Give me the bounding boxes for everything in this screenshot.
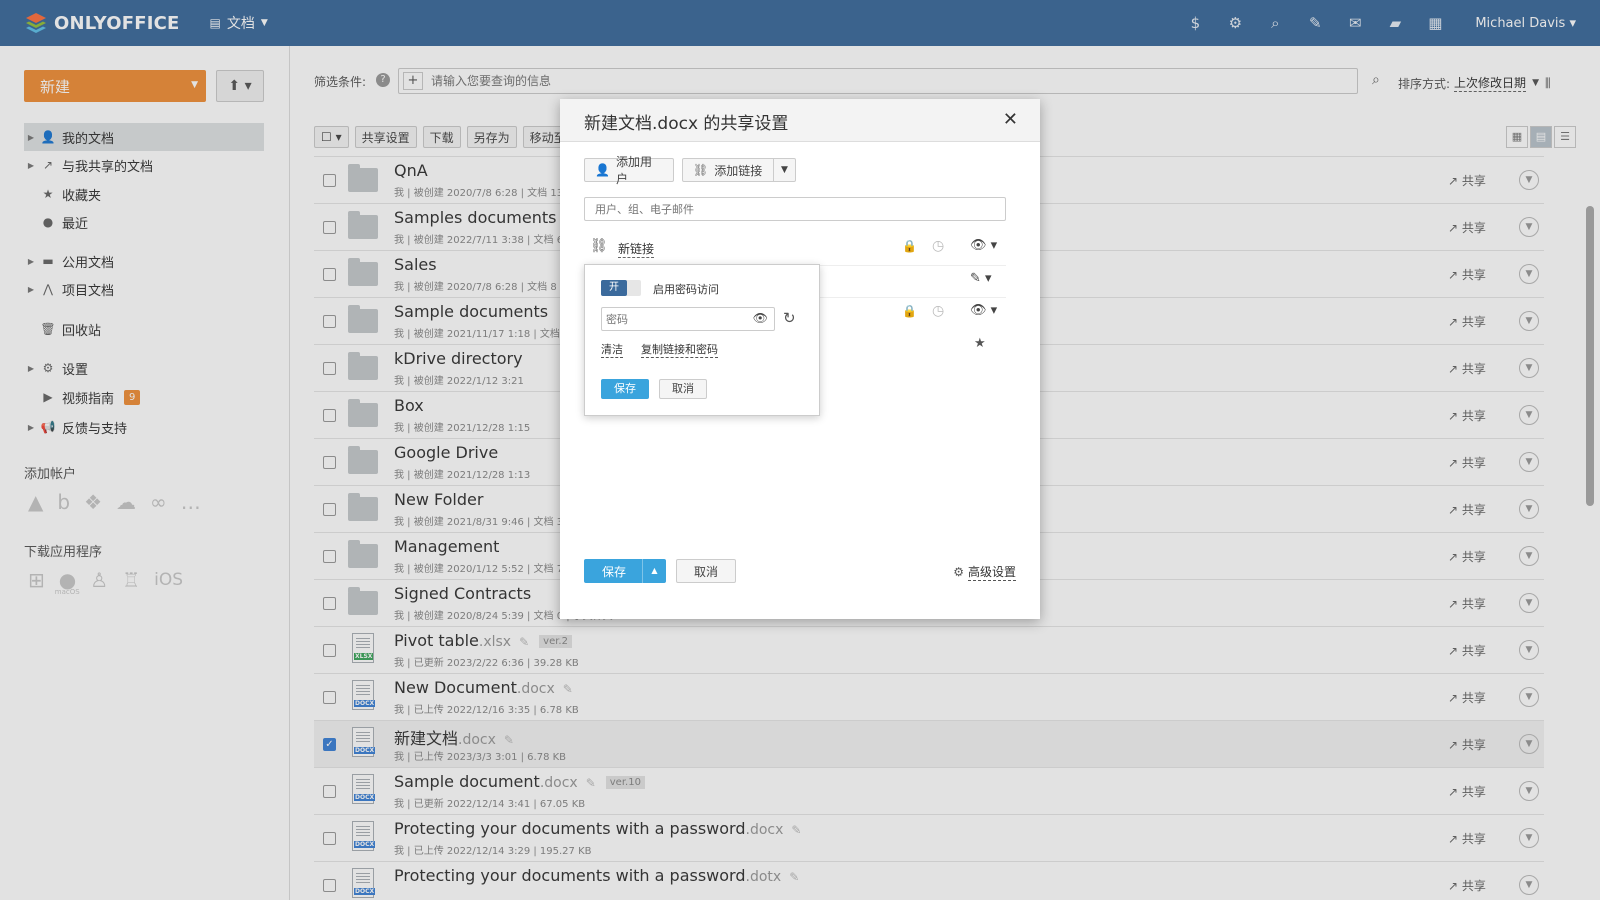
gear-icon: ⚙	[953, 565, 964, 579]
save-button[interactable]: 保存 ▲	[584, 559, 666, 583]
dialog-title: 新建文档.docx 的共享设置	[584, 114, 789, 134]
add-user-button[interactable]: 👤 添加用户	[584, 155, 674, 186]
person-icon: 👤	[595, 163, 610, 177]
toggle-label: 启用密码访问	[653, 283, 719, 296]
add-link-label: 添加链接	[714, 163, 763, 178]
chevron-up-icon[interactable]: ▲	[642, 559, 666, 583]
advanced-settings-link[interactable]: ⚙ 高级设置	[953, 563, 1016, 581]
password-toggle[interactable]: 开	[601, 280, 641, 296]
add-link-button[interactable]: ⛓ 添加链接 ▼	[682, 158, 796, 182]
popup-cancel-button[interactable]: 取消	[659, 379, 707, 399]
close-icon[interactable]: ✕	[1003, 109, 1018, 130]
toggle-on-label: 开	[601, 280, 627, 296]
password-popup: 开 启用密码访问 👁 ↻ 清洁 复制链接和密码 保存 取消	[584, 264, 820, 416]
access-eye-icon[interactable]: 👁 ▾	[970, 303, 997, 318]
clock-icon[interactable]: ◷	[932, 238, 944, 254]
chevron-down-icon[interactable]: ▼	[773, 159, 795, 181]
copy-link-password-link[interactable]: 复制链接和密码	[641, 341, 718, 358]
access-eye-icon[interactable]: 👁 ▾	[970, 238, 997, 253]
show-password-icon[interactable]: 👁	[753, 311, 768, 325]
password-field: 👁	[601, 307, 775, 331]
clear-link[interactable]: 清洁	[601, 341, 623, 358]
password-input[interactable]	[606, 310, 746, 328]
link-icon: ⛓	[590, 238, 608, 254]
generate-password-icon[interactable]: ↻	[783, 309, 796, 327]
lock-icon[interactable]: 🔒	[902, 239, 917, 253]
clock-icon[interactable]: ◷	[932, 303, 944, 319]
cancel-button[interactable]: 取消	[676, 559, 736, 583]
popup-save-button[interactable]: 保存	[601, 379, 649, 399]
save-label: 保存	[602, 564, 627, 579]
link-name[interactable]: 新链接	[618, 240, 655, 258]
link-row: ⛓ 新链接 🔒 ◷ 👁 ▾	[584, 233, 1006, 263]
user-search-input[interactable]	[584, 197, 1006, 221]
lock-icon[interactable]: 🔒	[902, 304, 917, 318]
link-icon: ⛓	[693, 163, 709, 177]
advanced-settings-label: 高级设置	[967, 565, 1016, 581]
edit-access-icon[interactable]: ✎ ▾	[970, 271, 992, 286]
add-user-label: 添加用户	[615, 155, 652, 186]
owner-star-icon: ★	[974, 336, 986, 351]
